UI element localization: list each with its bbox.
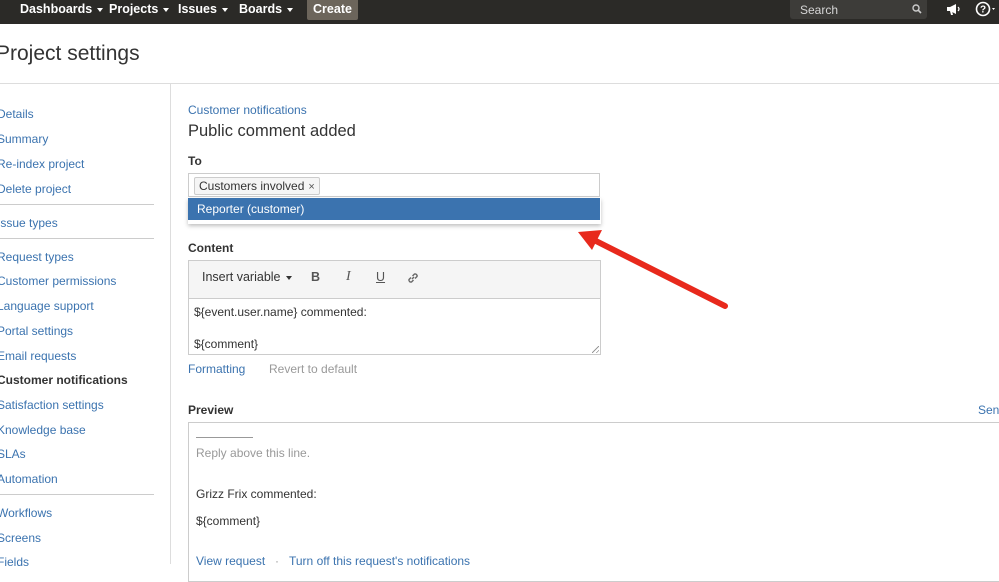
- sidebar-item-automation[interactable]: Automation: [0, 472, 58, 486]
- revert-to-default-link[interactable]: Revert to default: [269, 362, 357, 376]
- underline-button[interactable]: U: [376, 270, 385, 284]
- chevron-down-icon: [221, 7, 228, 12]
- sidebar-item-language-support[interactable]: Language support: [0, 299, 94, 313]
- reply-divider: [196, 437, 253, 438]
- sidebar-item-satisfaction-settings[interactable]: Satisfaction settings: [0, 398, 104, 412]
- sidebar-item-customer-notifications[interactable]: Customer notifications: [0, 373, 128, 387]
- page-title: Project settings: [0, 42, 140, 65]
- sidebar-separator: [0, 238, 154, 239]
- insert-variable-dropdown[interactable]: Insert variable: [202, 270, 292, 284]
- sidebar-item-customer-permissions[interactable]: Customer permissions: [0, 274, 116, 288]
- nav-boards-label: Boards: [239, 2, 283, 16]
- sidebar-separator: [0, 494, 154, 495]
- reply-above-text: Reply above this line.: [196, 446, 311, 460]
- nav-boards[interactable]: Boards: [239, 0, 294, 20]
- search-box: [790, 0, 927, 19]
- top-navigation-bar: Dashboards Projects Issues Boards Create…: [0, 0, 999, 24]
- commenter-text: Grizz Frix commented:: [196, 487, 317, 501]
- sidebar-item-workflows[interactable]: Workflows: [0, 506, 52, 520]
- preview-label: Preview: [188, 403, 234, 417]
- resize-handle[interactable]: [592, 346, 599, 353]
- sidebar-item-screens[interactable]: Screens: [0, 531, 41, 545]
- formatting-link[interactable]: Formatting: [188, 362, 245, 376]
- editor-line: ${comment}: [194, 337, 259, 351]
- sidebar-item-portal-settings[interactable]: Portal settings: [0, 324, 73, 338]
- editor-text[interactable]: ${event.user.name} commented: ${comment}: [194, 304, 367, 352]
- dropdown-option-reporter[interactable]: Reporter (customer): [188, 198, 600, 220]
- nav-projects-label: Projects: [109, 2, 159, 16]
- chevron-down-icon: [163, 7, 170, 12]
- sidebar-item-details[interactable]: Details: [0, 107, 34, 121]
- nav-projects[interactable]: Projects: [109, 0, 170, 20]
- sidebar-item-re-index-project[interactable]: Re-index project: [0, 157, 84, 171]
- link-separator: ·: [275, 554, 279, 568]
- view-request-link[interactable]: View request: [196, 554, 265, 568]
- sidebar-item-email-requests[interactable]: Email requests: [0, 349, 76, 363]
- search-input[interactable]: [798, 1, 912, 19]
- chevron-down-icon: [285, 275, 292, 280]
- annotation-arrow: [578, 230, 728, 309]
- turn-off-notifications-link[interactable]: Turn off this request's notifications: [289, 554, 470, 568]
- sidebar-item-request-types[interactable]: Request types: [0, 250, 74, 264]
- recipient-chip: Customers involved ×: [194, 177, 320, 195]
- comment-variable-text: ${comment}: [196, 514, 261, 528]
- sidebar-item-summary[interactable]: Summary: [0, 132, 48, 146]
- breadcrumb-customer-notifications[interactable]: Customer notifications: [188, 103, 307, 117]
- help-icon[interactable]: ?: [975, 1, 999, 19]
- chevron-down-icon: [97, 7, 104, 12]
- sidebar-separator: [0, 204, 154, 205]
- italic-button[interactable]: I: [346, 269, 351, 285]
- recipient-dropdown: Reporter (customer): [188, 198, 601, 224]
- editor-toolbar: Insert variable B I U: [189, 261, 600, 299]
- bold-button[interactable]: B: [311, 270, 320, 284]
- to-recipients-field[interactable]: Customers involved ×: [188, 173, 600, 197]
- notification-heading: Public comment added: [188, 122, 356, 140]
- create-button[interactable]: Create: [307, 0, 358, 20]
- search-icon[interactable]: [912, 4, 922, 14]
- recipient-chip-label: Customers involved: [199, 179, 305, 193]
- megaphone-icon[interactable]: [945, 1, 961, 17]
- to-label: To: [188, 154, 202, 168]
- sidebar-item-slas[interactable]: SLAs: [0, 447, 26, 461]
- sidebar-item-delete-project[interactable]: Delete project: [0, 182, 71, 196]
- link-icon[interactable]: [406, 271, 420, 285]
- content-label: Content: [188, 241, 234, 255]
- remove-recipient-icon[interactable]: ×: [308, 181, 314, 193]
- chevron-down-icon: [287, 7, 294, 12]
- insert-variable-label: Insert variable: [202, 270, 281, 284]
- svg-text:?: ?: [980, 5, 986, 16]
- nav-dashboards[interactable]: Dashboards: [20, 0, 104, 20]
- nav-dashboards-label: Dashboards: [20, 2, 93, 16]
- sidebar-item-knowledge-base[interactable]: Knowledge base: [0, 423, 86, 437]
- preview-panel: Reply above this line. Grizz Frix commen…: [188, 422, 999, 582]
- nav-issues-label: Issues: [178, 2, 217, 16]
- sidebar-divider: [170, 84, 171, 564]
- header-divider: [0, 83, 999, 84]
- send-link[interactable]: Sen: [978, 403, 999, 417]
- sidebar-item-fields[interactable]: Fields: [0, 555, 29, 569]
- editor-line: ${event.user.name} commented:: [194, 305, 367, 319]
- content-editor: Insert variable B I U ${event.user.name}…: [188, 260, 601, 355]
- nav-issues[interactable]: Issues: [178, 0, 228, 20]
- sidebar-item-issue-types[interactable]: Issue types: [0, 216, 58, 230]
